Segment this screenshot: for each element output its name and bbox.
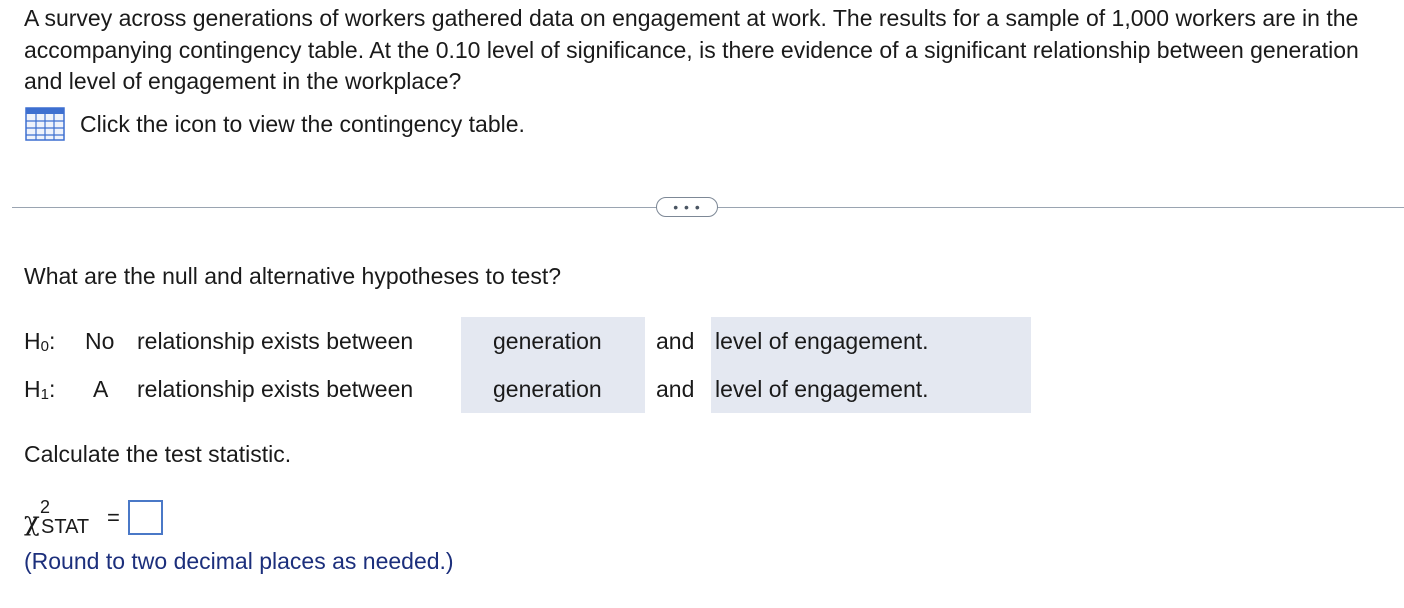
chi-symbol: χ bbox=[24, 507, 40, 537]
h0-variable-2-dropdown[interactable]: level of engagement. bbox=[715, 317, 929, 365]
h1-middle-text: relationship exists between bbox=[137, 376, 414, 402]
h0-middle-text: relationship exists between bbox=[137, 328, 414, 354]
h1-label: H1: bbox=[24, 376, 56, 403]
question-text: A survey across generations of workers g… bbox=[24, 5, 1359, 94]
h0-label: H0: bbox=[24, 328, 56, 355]
h1-and-text: and bbox=[656, 376, 695, 402]
expand-more-button[interactable]: • • • bbox=[656, 197, 718, 217]
h0-qualifier-dropdown[interactable]: No bbox=[85, 317, 114, 365]
view-table-link[interactable]: Click the icon to view the contingency t… bbox=[24, 106, 525, 142]
h1-qualifier-dropdown[interactable]: A bbox=[93, 365, 108, 413]
chi-square-answer-input[interactable] bbox=[128, 500, 163, 535]
h0-variable-1-dropdown[interactable]: generation bbox=[493, 317, 602, 365]
statistic-prompt: Calculate the test statistic. bbox=[24, 441, 292, 467]
table-icon[interactable] bbox=[24, 107, 66, 141]
chi-subscript: STAT bbox=[41, 516, 90, 538]
equals-sign: = bbox=[107, 505, 120, 530]
h0-and-text: and bbox=[656, 328, 695, 354]
hypotheses-block: H0: No relationship exists between gener… bbox=[0, 317, 1100, 413]
chi-superscript: 2 bbox=[40, 497, 51, 517]
rounding-hint: (Round to two decimal places as needed.) bbox=[24, 548, 454, 574]
chi-square-row: χ 2 STAT = bbox=[24, 497, 224, 541]
h1-variable-1-dropdown[interactable]: generation bbox=[493, 365, 602, 413]
view-table-label[interactable]: Click the icon to view the contingency t… bbox=[80, 111, 525, 138]
hypotheses-prompt: What are the null and alternative hypoth… bbox=[24, 263, 561, 289]
h1-variable-2-dropdown[interactable]: level of engagement. bbox=[715, 365, 929, 413]
